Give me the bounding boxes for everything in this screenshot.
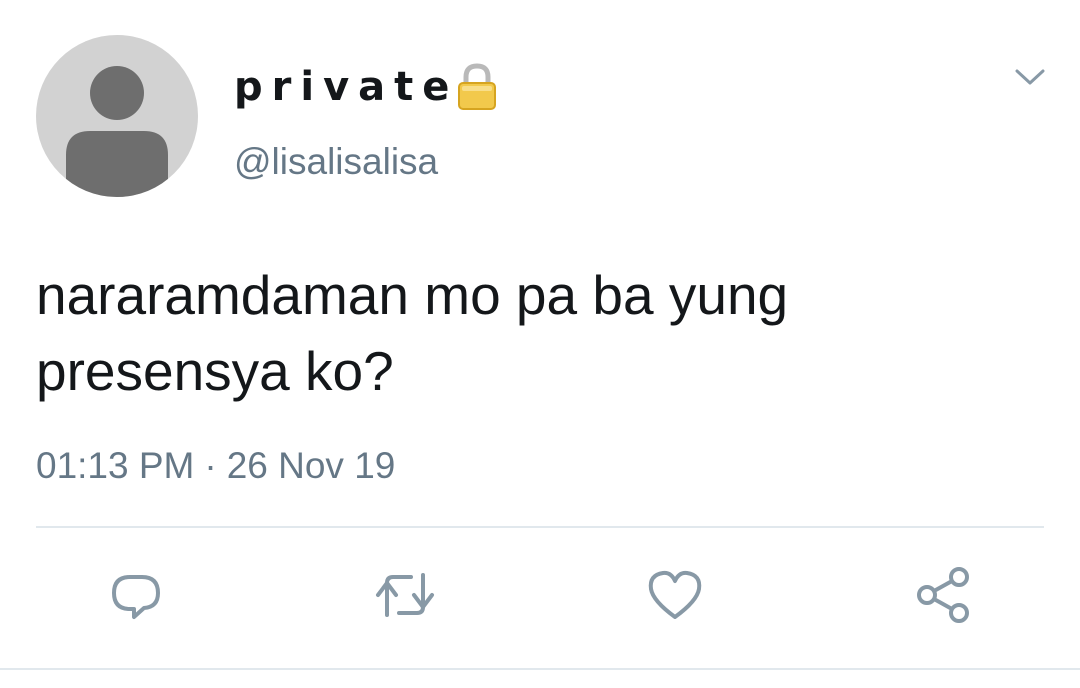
display-name[interactable]: private [234,62,500,112]
retweet-button[interactable] [370,560,440,630]
lock-icon [458,63,497,110]
bottom-divider [0,668,1080,670]
reply-icon [112,575,160,619]
display-name-text: private [234,64,459,110]
like-button[interactable] [640,560,710,630]
timestamp: 01:13 PM · 26 Nov 19 [36,444,395,488]
timestamp-separator: · [204,445,217,486]
avatar[interactable] [36,35,198,197]
tweet-card: private @lisalisalisa nararamdaman mo pa… [0,0,1080,688]
default-profile-icon [66,66,168,197]
share-button[interactable] [908,560,978,630]
heart-icon [648,570,702,619]
tweet-time: 01:13 PM [36,445,195,486]
user-handle[interactable]: @lisalisalisa [234,140,438,184]
chevron-down-icon[interactable] [1014,66,1046,88]
retweet-icon [376,573,434,617]
tweet-text: nararamdaman mo pa ba yung presensya ko? [36,264,789,402]
divider [36,526,1044,528]
share-icon [917,567,969,623]
action-bar [0,560,1080,640]
reply-button[interactable] [101,560,171,630]
tweet-date: 26 Nov 19 [226,445,396,486]
